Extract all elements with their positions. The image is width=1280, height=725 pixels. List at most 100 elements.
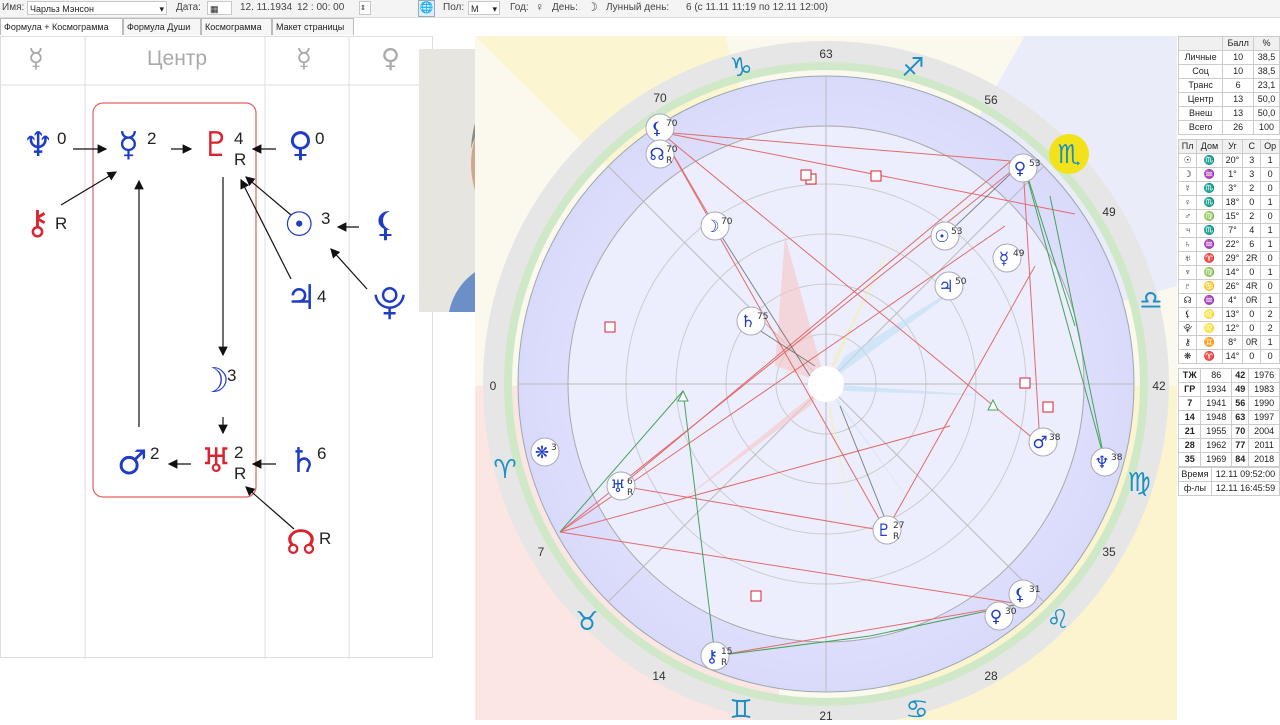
table-cell: 14 xyxy=(1177,410,1202,425)
name-value: Чарльз Мэнсон xyxy=(30,4,95,14)
calendar-icon: ▦ xyxy=(210,4,219,14)
score-header: Балл xyxy=(1222,36,1255,51)
planet-retro: R xyxy=(627,488,633,498)
table-cell: 21 xyxy=(1177,424,1202,439)
mercury-score: 2 xyxy=(147,129,157,148)
planet-glyph: ❋ xyxy=(535,443,549,463)
degree-label: 28 xyxy=(984,669,998,683)
sex-select[interactable]: М ▾ xyxy=(468,1,500,15)
table-cell: 15° xyxy=(1221,209,1244,224)
planet-retro: R xyxy=(721,658,727,668)
calendar-button[interactable]: ▦ xyxy=(207,1,232,15)
planet-glyph: ♆ xyxy=(1094,453,1109,473)
mars-icon: ♂ xyxy=(117,443,148,483)
table-cell: ТЖ xyxy=(1177,368,1202,383)
table-cell: 1941 xyxy=(1200,396,1233,411)
planet-degree: 15 xyxy=(721,647,732,657)
planet-header: С xyxy=(1242,139,1262,154)
table-cell: 10 xyxy=(1222,64,1255,79)
table-cell: 12.11 16:45:59 xyxy=(1210,481,1280,496)
planet-degree: 75 xyxy=(757,312,768,322)
tab-formula-cosmogram[interactable]: Формула + Космограмма xyxy=(0,18,123,35)
table-cell: 0 xyxy=(1260,349,1280,364)
score-row: Транс 6 23,1 xyxy=(1177,78,1280,93)
planet-glyph: ☉ xyxy=(934,227,949,247)
globe-button[interactable]: 🌐 xyxy=(418,0,435,17)
table-cell: ♇ xyxy=(1177,279,1198,294)
time-spinner[interactable]: ⇕ xyxy=(359,1,371,15)
planet-degree: 38 xyxy=(1049,433,1061,443)
planet-degree: 70 xyxy=(666,145,678,155)
cosmogram-chart: 63 56 49 42 35 28 21 14 7 0 70 ♑ ♐ ♏ ♎ ♍… xyxy=(475,36,1177,725)
table-cell: ☊ xyxy=(1177,293,1198,308)
planet-degree: 3 xyxy=(551,443,557,453)
lunar-day-label: Лунный день: xyxy=(606,2,670,13)
planet-degree: 70 xyxy=(721,217,733,227)
uranus-retro: R xyxy=(234,464,247,483)
table-cell: ♍ xyxy=(1196,265,1223,280)
table-cell: 0 xyxy=(1242,321,1262,336)
tab-soul-formula[interactable]: Формула Души xyxy=(123,18,201,35)
mercury-icon: ☿ xyxy=(118,125,139,165)
table-cell: 0 xyxy=(1260,167,1280,182)
table-cell: ❋ xyxy=(1177,349,1198,364)
chevron-down-icon: ▾ xyxy=(492,4,497,14)
table-cell: ♄ xyxy=(1177,237,1198,252)
soul-formula-panel: ☿ Центр ☿ ♀ ♆ 0 ☿ 2 ♇ 4 R ♀ 0 ⚷ R ☉ 3 ⚸ … xyxy=(0,36,434,659)
table-cell: 23,1 xyxy=(1253,78,1280,93)
planet-glyph: ♃ xyxy=(938,277,953,297)
cycle-row: ТЖ 86 42 1976 xyxy=(1177,368,1280,383)
table-cell: 70 xyxy=(1231,424,1250,439)
degree-label: 63 xyxy=(819,47,833,61)
table-cell: ♏ xyxy=(1196,223,1223,238)
table-cell: 56 xyxy=(1231,396,1250,411)
table-cell: 13° xyxy=(1221,307,1244,322)
score-header: % xyxy=(1253,36,1280,51)
globe-icon: 🌐 xyxy=(419,2,434,14)
venus-icon: ♀ xyxy=(288,125,313,165)
node-retro: R xyxy=(319,529,332,548)
table-cell: 2018 xyxy=(1248,452,1280,467)
table-cell: 0 xyxy=(1260,251,1280,266)
planet-header: Дом xyxy=(1196,139,1223,154)
planet-glyph: ♅ xyxy=(610,477,625,497)
table-cell: ♊ xyxy=(1196,335,1223,350)
table-cell: ♃ xyxy=(1177,223,1198,238)
score-row: Всего 26 100 xyxy=(1177,120,1280,135)
table-cell: Транс xyxy=(1177,78,1224,93)
cycle-table: ТЖ 86 42 1976 ГР 1934 49 1983 7 1941 56 1990 14 1948 6… xyxy=(1177,368,1280,467)
planet-row: ☿ ♏ 3° 2 0 xyxy=(1177,181,1280,196)
table-cell: 18° xyxy=(1221,195,1244,210)
planet-glyph: ☊ xyxy=(649,145,664,165)
table-cell: 1990 xyxy=(1248,396,1280,411)
table-cell: 7° xyxy=(1221,223,1244,238)
time-value[interactable]: 12 : 00: 00 xyxy=(297,2,344,13)
table-cell: ♏ xyxy=(1196,195,1223,210)
planet-glyph: ♄ xyxy=(740,312,755,332)
planet-glyph: ⚷ xyxy=(706,647,718,667)
name-field[interactable]: Чарльз Мэнсон ▾ xyxy=(27,1,167,15)
tab-cosmogram[interactable]: Космограмма xyxy=(201,18,272,35)
table-cell: ☿ xyxy=(1177,181,1198,196)
selena-icon: ⯓ xyxy=(373,283,407,323)
table-cell: ♌ xyxy=(1196,307,1223,322)
table-cell: ♒ xyxy=(1196,167,1223,182)
lilith-icon: ⚸ xyxy=(373,205,398,245)
table-cell: ♏ xyxy=(1196,181,1223,196)
date-value[interactable]: 12. 11.1934 xyxy=(240,2,292,13)
planet-row: ☊ ♒ 4° 0R 1 xyxy=(1177,293,1280,308)
timestamp-table: Время 12.11 09:52:00 ф-лы 12.11 16:45:59 xyxy=(1178,467,1280,496)
planet-row: ♇ ♋ 26° 4R 0 xyxy=(1177,279,1280,294)
table-cell: 7 xyxy=(1177,396,1202,411)
planet-glyph: ⚸ xyxy=(1014,585,1026,605)
saturn-score: 6 xyxy=(317,444,327,463)
north-node-icon: ☊ xyxy=(286,523,317,563)
score-table: Балл % Личные 10 38,5 Соц 10 38,5 Транс 6 23,1 Це… xyxy=(1177,36,1280,135)
planet-glyph: ♇ xyxy=(876,521,891,541)
chiron-retro: R xyxy=(55,214,68,233)
tab-page-layout[interactable]: Макет страницы xyxy=(272,18,354,35)
gemini-icon: ♊ xyxy=(729,695,752,720)
planet-glyph: ♀ xyxy=(990,607,1002,627)
cycle-row: 7 1941 56 1990 xyxy=(1177,396,1280,411)
planet-glyph: ♂ xyxy=(1032,433,1047,453)
